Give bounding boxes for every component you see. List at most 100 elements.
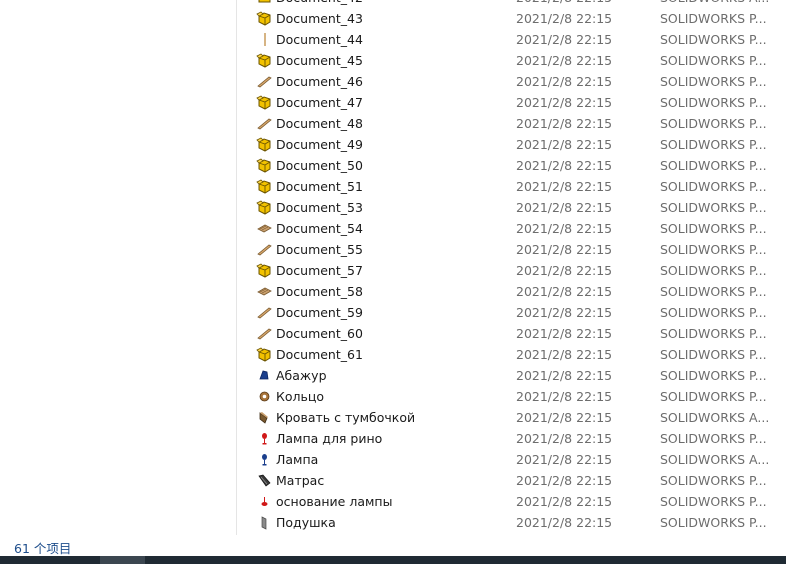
file-date-modified: 2021/2/8 22:15: [516, 494, 613, 509]
file-type: SOLIDWORKS A...: [660, 410, 770, 425]
file-row[interactable]: Document_59 2021/2/8 22:15 SOLIDWORKS P...: [237, 302, 786, 323]
wood-plank-icon: [256, 241, 273, 258]
file-type: SOLIDWORKS P...: [660, 473, 767, 488]
file-row[interactable]: основание лампы 2021/2/8 22:15 SOLIDWORKS …: [237, 491, 786, 512]
item-count: 61 个项目: [14, 541, 72, 556]
taskbar[interactable]: [0, 556, 786, 564]
file-row[interactable]: Матрас 2021/2/8 22:15 SOLIDWORKS P...: [237, 470, 786, 491]
wood-plank-icon: [256, 304, 273, 321]
file-date-modified: 2021/2/8 22:15: [516, 326, 613, 341]
file-row[interactable]: Document_43 2021/2/8 22:15 SOLIDWORKS P...: [237, 8, 786, 29]
file-type: SOLIDWORKS P...: [660, 137, 767, 152]
file-name: Абажур: [276, 368, 327, 383]
file-row[interactable]: Лампа для рино 2021/2/8 22:15 SOLIDWORKS P…: [237, 428, 786, 449]
file-list[interactable]: Document_42 2021/2/8 22:15 SOLIDWORKS A...…: [237, 0, 786, 535]
file-type: SOLIDWORKS P...: [660, 389, 767, 404]
file-row[interactable]: Document_47 2021/2/8 22:15 SOLIDWORKS P...: [237, 92, 786, 113]
file-row[interactable]: Document_57 2021/2/8 22:15 SOLIDWORKS P...: [237, 260, 786, 281]
file-name: Document_50: [276, 158, 363, 173]
file-row[interactable]: Лампа 2021/2/8 22:15 SOLIDWORKS A...: [237, 449, 786, 470]
pillow-icon: [256, 514, 273, 531]
wood-plank-icon: [256, 115, 273, 132]
file-date-modified: 2021/2/8 22:15: [516, 284, 613, 299]
file-name: Document_47: [276, 95, 363, 110]
file-date-modified: 2021/2/8 22:15: [516, 158, 613, 173]
solidworks-part-icon: [256, 10, 273, 27]
file-date-modified: 2021/2/8 22:15: [516, 452, 613, 467]
file-type: SOLIDWORKS P...: [660, 494, 767, 509]
file-date-modified: 2021/2/8 22:15: [516, 95, 613, 110]
file-name: Document_61: [276, 347, 363, 362]
file-type: SOLIDWORKS P...: [660, 200, 767, 215]
file-date-modified: 2021/2/8 22:15: [516, 431, 613, 446]
solidworks-part-icon: [256, 262, 273, 279]
file-name: Матрас: [276, 473, 325, 488]
file-name: Document_55: [276, 242, 363, 257]
solidworks-part-icon: [256, 94, 273, 111]
file-date-modified: 2021/2/8 22:15: [516, 263, 613, 278]
file-row[interactable]: Document_50 2021/2/8 22:15 SOLIDWORKS P...: [237, 155, 786, 176]
file-name: Document_51: [276, 179, 363, 194]
file-row[interactable]: Document_60 2021/2/8 22:15 SOLIDWORKS P...: [237, 323, 786, 344]
file-row[interactable]: Document_58 2021/2/8 22:15 SOLIDWORKS P...: [237, 281, 786, 302]
wood-plank-icon: [256, 73, 273, 90]
file-row[interactable]: Кольцо 2021/2/8 22:15 SOLIDWORKS P...: [237, 386, 786, 407]
file-name: Document_44: [276, 32, 363, 47]
file-name: Кровать с тумбочкой: [276, 410, 416, 425]
file-row[interactable]: Абажур 2021/2/8 22:15 SOLIDWORKS P...: [237, 365, 786, 386]
status-bar: 61 个项目: [0, 535, 786, 556]
assembly-icon: [256, 0, 273, 6]
file-row[interactable]: Document_61 2021/2/8 22:15 SOLIDWORKS P...: [237, 344, 786, 365]
file-row[interactable]: Document_42 2021/2/8 22:15 SOLIDWORKS A...: [237, 0, 786, 8]
file-type: SOLIDWORKS P...: [660, 116, 767, 131]
file-name: Document_46: [276, 74, 363, 89]
file-row[interactable]: Document_49 2021/2/8 22:15 SOLIDWORKS P...: [237, 134, 786, 155]
file-row[interactable]: Кровать с тумбочкой 2021/2/8 22:15 SOLIDWO…: [237, 407, 786, 428]
lamp-blue-icon: [256, 451, 273, 468]
file-date-modified: 2021/2/8 22:15: [516, 305, 613, 320]
navigation-pane[interactable]: [0, 0, 237, 535]
file-name: Лампа: [276, 452, 319, 467]
file-name: Document_57: [276, 263, 363, 278]
file-row[interactable]: Document_44 2021/2/8 22:15 SOLIDWORKS P...: [237, 29, 786, 50]
file-date-modified: 2021/2/8 22:15: [516, 74, 613, 89]
file-name: Document_53: [276, 200, 363, 215]
file-date-modified: 2021/2/8 22:15: [516, 473, 613, 488]
file-date-modified: 2021/2/8 22:15: [516, 221, 613, 236]
file-name: Кольцо: [276, 389, 325, 404]
file-type: SOLIDWORKS P...: [660, 158, 767, 173]
file-type: SOLIDWORKS A...: [660, 452, 770, 467]
file-type: SOLIDWORKS P...: [660, 11, 767, 26]
file-name: Document_49: [276, 137, 363, 152]
thin-rod-icon: [256, 31, 273, 48]
wood-slat-icon: [256, 283, 273, 300]
file-row[interactable]: Document_55 2021/2/8 22:15 SOLIDWORKS P...: [237, 239, 786, 260]
file-name: Document_60: [276, 326, 363, 341]
file-type: SOLIDWORKS P...: [660, 53, 767, 68]
file-row[interactable]: Document_45 2021/2/8 22:15 SOLIDWORKS P...: [237, 50, 786, 71]
file-type: SOLIDWORKS P...: [660, 431, 767, 446]
file-row[interactable]: Document_53 2021/2/8 22:15 SOLIDWORKS P...: [237, 197, 786, 218]
file-date-modified: 2021/2/8 22:15: [516, 11, 613, 26]
file-type: SOLIDWORKS P...: [660, 221, 767, 236]
file-row[interactable]: Document_46 2021/2/8 22:15 SOLIDWORKS P...: [237, 71, 786, 92]
file-name: Document_58: [276, 284, 363, 299]
file-name: Document_42: [276, 0, 363, 5]
file-name: Document_43: [276, 11, 363, 26]
file-row[interactable]: Document_54 2021/2/8 22:15 SOLIDWORKS P...: [237, 218, 786, 239]
lamp-red-icon: [256, 430, 273, 447]
file-date-modified: 2021/2/8 22:15: [516, 515, 613, 530]
solidworks-part-icon: [256, 52, 273, 69]
file-date-modified: 2021/2/8 22:15: [516, 389, 613, 404]
file-row[interactable]: Document_51 2021/2/8 22:15 SOLIDWORKS P...: [237, 176, 786, 197]
taskbar-active-item[interactable]: [100, 556, 145, 564]
file-row[interactable]: Document_48 2021/2/8 22:15 SOLIDWORKS P...: [237, 113, 786, 134]
solidworks-part-icon: [256, 199, 273, 216]
file-type: SOLIDWORKS P...: [660, 32, 767, 47]
file-row[interactable]: Подушка 2021/2/8 22:15 SOLIDWORKS P...: [237, 512, 786, 533]
file-name: Document_45: [276, 53, 363, 68]
file-type: SOLIDWORKS P...: [660, 74, 767, 89]
file-type: SOLIDWORKS P...: [660, 368, 767, 383]
file-date-modified: 2021/2/8 22:15: [516, 347, 613, 362]
ring-icon: [256, 388, 273, 405]
